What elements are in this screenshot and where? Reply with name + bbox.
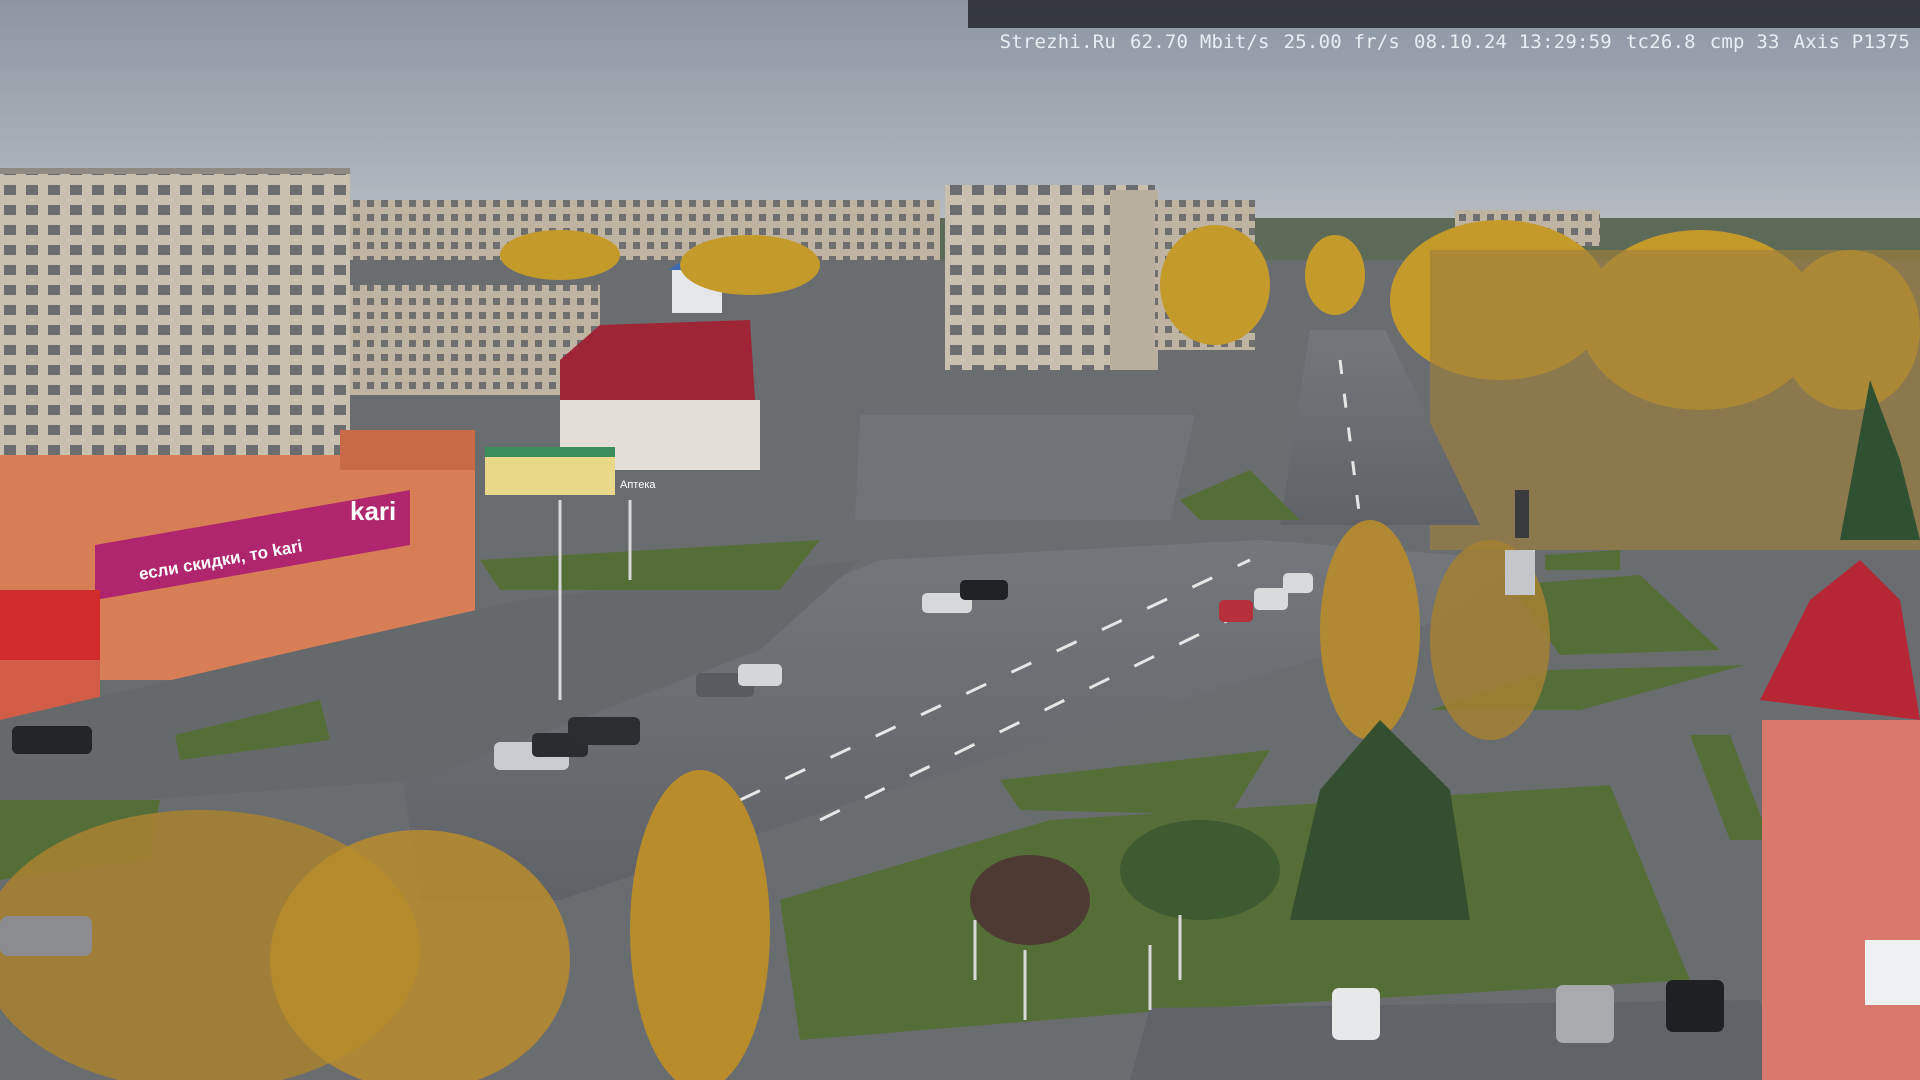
store-brand-sign: kari (350, 496, 396, 526)
car (960, 580, 1008, 600)
car (0, 916, 92, 956)
car (1332, 988, 1380, 1040)
car (568, 717, 640, 745)
overlay-site: Strezhi.Ru (999, 31, 1116, 53)
car (12, 726, 92, 754)
overlay-cmp: cmp 33 (1709, 31, 1780, 53)
car (1666, 980, 1724, 1032)
camera-info-overlay: Strezhi.Ru 62.70 Mbit/s 25.00 fr/s 08.10.24… (968, 0, 1920, 53)
overlay-bitrate: 62.70 Mbit/s (1129, 31, 1270, 53)
overlay-framerate: 25.00 fr/s (1283, 31, 1401, 53)
pharmacy-sign: Аптека (620, 479, 656, 491)
pharmacy-kiosk (485, 447, 615, 495)
camera-frame: kari если скидки, то kari Аптека (0, 0, 1920, 1080)
overlay-tc: tc26.8 (1625, 31, 1696, 53)
car (738, 664, 782, 686)
car (1219, 600, 1253, 622)
overlay-camera-model: Axis P1375 (1793, 31, 1910, 53)
car (1283, 573, 1313, 593)
central-plaza (855, 415, 1195, 520)
car (1556, 985, 1614, 1043)
car (1254, 588, 1288, 610)
overlay-datetime: 08.10.24 13:29:59 (1414, 31, 1612, 53)
right-birch-grove (1430, 250, 1920, 550)
